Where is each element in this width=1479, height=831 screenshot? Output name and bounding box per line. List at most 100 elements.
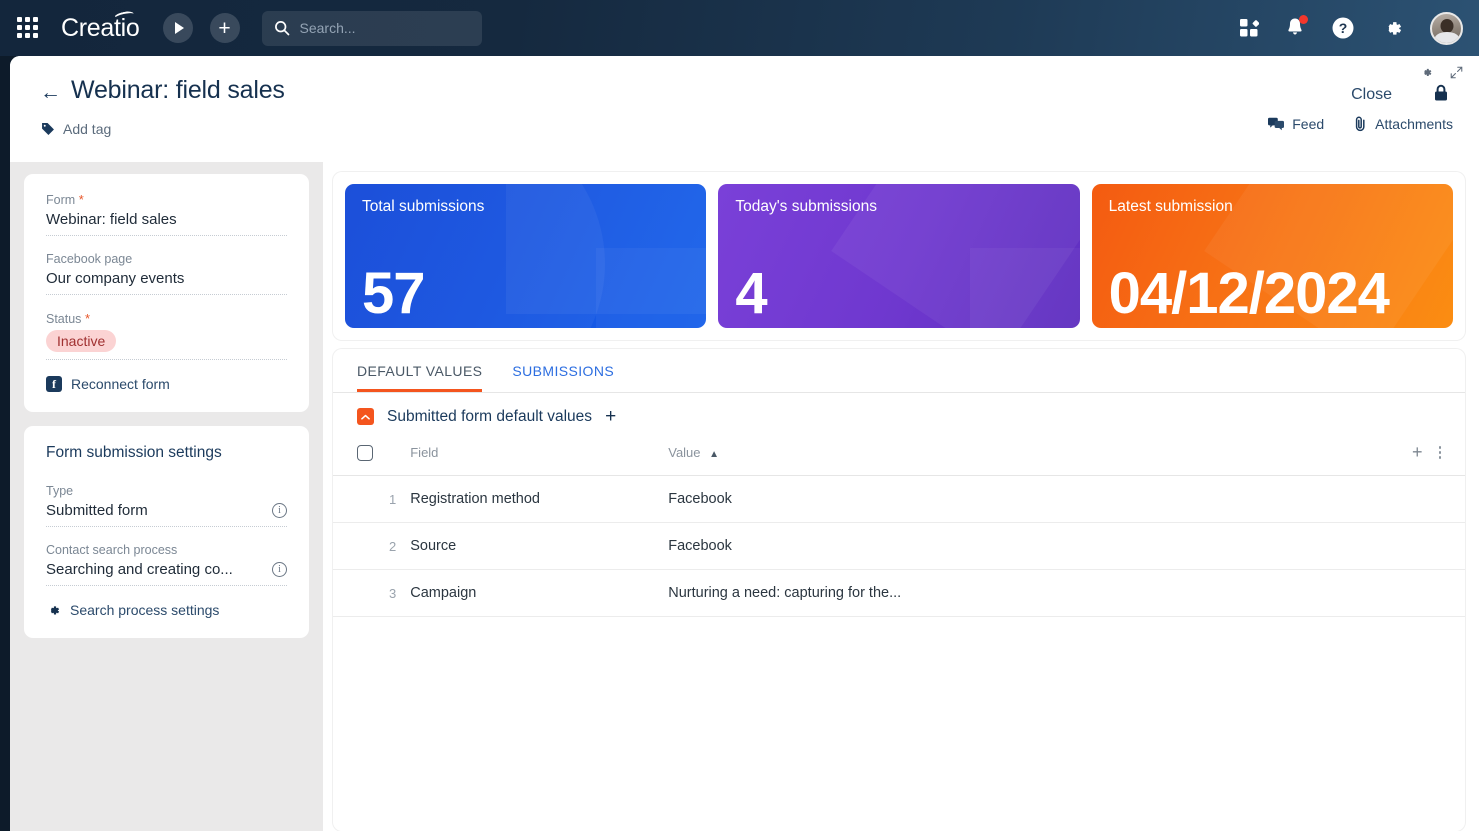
type-value: Submitted form (46, 502, 287, 527)
metric-value: 57 (362, 261, 426, 327)
metric-card-todays-submissions[interactable]: Today's submissions 4 (718, 184, 1080, 328)
top-navigation-bar: Creatio + Search... ? (0, 0, 1479, 56)
status-field-label: Status * (46, 311, 287, 326)
main-content: Total submissions 57 Today's submissions… (323, 162, 1479, 831)
row-checkbox-cell[interactable] (333, 569, 389, 617)
expand-icon[interactable] (1450, 66, 1463, 82)
type-field[interactable]: Type Submitted form i (46, 484, 287, 527)
table-body: 1 Registration method Facebook 2 Source … (333, 475, 1465, 617)
chevron-up-icon[interactable] (357, 408, 374, 425)
attachments-button[interactable]: Attachments (1354, 116, 1453, 132)
add-row-button[interactable]: + (1412, 442, 1423, 463)
facebook-page-value: Our company events (46, 270, 287, 295)
decoration-rect (596, 248, 707, 328)
info-icon[interactable]: i (272, 562, 287, 577)
decoration-rect (969, 248, 1080, 328)
creatio-logo[interactable]: Creatio (61, 9, 140, 43)
table-actions: + (1412, 442, 1441, 463)
user-avatar[interactable] (1430, 11, 1463, 45)
form-field-label: Form * (46, 192, 287, 207)
row-number-header (389, 432, 411, 476)
form-info-card: Form * Webinar: field sales Facebook pag… (24, 174, 309, 412)
svg-text:?: ? (1339, 20, 1348, 36)
facebook-page-field[interactable]: Facebook page Our company events (46, 252, 287, 295)
table-row[interactable]: 3 Campaign Nurturing a need: capturing f… (333, 569, 1465, 617)
metric-value: 4 (735, 261, 767, 327)
search-icon (274, 21, 289, 36)
back-arrow-icon[interactable]: ← (40, 82, 61, 103)
column-header-field[interactable]: Field (410, 432, 669, 476)
row-checkbox-cell[interactable] (333, 522, 389, 570)
metric-card-total-submissions[interactable]: Total submissions 57 (345, 184, 707, 328)
status-badge: Inactive (46, 330, 117, 352)
tab-submissions[interactable]: SUBMISSIONS (512, 363, 614, 392)
metrics-container: Total submissions 57 Today's submissions… (333, 172, 1465, 340)
row-actions (1317, 522, 1465, 570)
page-header: ← Webinar: field sales Add tag Close Fee… (10, 56, 1479, 162)
label-text: Form (46, 193, 76, 207)
global-search[interactable] (261, 10, 482, 46)
column-header-value-label: Value (668, 445, 701, 460)
help-icon: ? (1332, 17, 1354, 39)
metric-label: Today's submissions (735, 198, 877, 215)
notifications-button[interactable] (1285, 15, 1308, 39)
settings-button[interactable] (1381, 17, 1404, 40)
run-process-button[interactable] (162, 13, 193, 43)
row-number: 1 (389, 475, 411, 523)
section-header: Submitted form default values + (333, 393, 1465, 432)
add-button[interactable]: + (209, 13, 240, 43)
nav-right-actions: ? (1239, 11, 1479, 45)
sort-ascending-icon: ▲ (709, 449, 720, 460)
table-row[interactable]: 1 Registration method Facebook (333, 475, 1465, 523)
app-shell: ← Webinar: field sales Add tag Close Fee… (10, 56, 1479, 831)
form-field-value: Webinar: field sales (46, 211, 287, 236)
tag-icon (42, 123, 54, 135)
settings-card-title: Form submission settings (46, 444, 222, 461)
lock-icon[interactable] (1433, 84, 1449, 107)
contact-search-process-field[interactable]: Contact search process Searching and cre… (46, 543, 287, 586)
add-tag-button[interactable]: Add tag (41, 121, 111, 137)
table-header: Field Value ▲ + (333, 432, 1465, 476)
reconnect-form-button[interactable]: f Reconnect form (46, 376, 287, 392)
search-input[interactable] (299, 20, 460, 36)
avatar-body (1434, 31, 1459, 43)
feed-label: Feed (1292, 116, 1325, 132)
feed-button[interactable]: Feed (1268, 116, 1324, 132)
notification-badge (1299, 15, 1308, 24)
reconnect-form-label: Reconnect form (71, 376, 170, 392)
table-row[interactable]: 2 Source Facebook (333, 522, 1465, 570)
info-icon[interactable]: i (272, 503, 287, 518)
contact-search-process-value: Searching and creating co... (46, 561, 287, 586)
table-actions-header: + (1317, 432, 1465, 476)
add-default-value-button[interactable]: + (605, 407, 616, 426)
column-header-value[interactable]: Value ▲ (668, 432, 1318, 476)
row-number: 2 (389, 522, 411, 570)
form-field[interactable]: Form * Webinar: field sales (46, 192, 287, 236)
help-button[interactable]: ? (1331, 16, 1355, 40)
marketplace-icon[interactable] (1239, 18, 1259, 38)
row-checkbox-cell[interactable] (333, 475, 389, 523)
row-field: Registration method (410, 475, 669, 523)
header-gear-icon[interactable] (1420, 66, 1433, 84)
details-panel: DEFAULT VALUES SUBMISSIONS Submitted for… (333, 349, 1465, 831)
search-process-settings-label: Search process settings (70, 602, 220, 618)
row-actions (1317, 475, 1465, 523)
select-all-checkbox[interactable] (357, 444, 373, 461)
left-sidebar: Form * Webinar: field sales Facebook pag… (10, 162, 323, 831)
search-process-settings-button[interactable]: Search process settings (46, 602, 287, 618)
metric-value: 04/12/2024 (1108, 261, 1390, 327)
attachments-label: Attachments (1375, 116, 1453, 132)
facebook-icon: f (46, 376, 62, 392)
tab-default-values[interactable]: DEFAULT VALUES (357, 363, 483, 392)
select-all-header (333, 432, 389, 476)
row-number: 3 (389, 569, 411, 617)
status-field[interactable]: Status * Inactive (46, 311, 287, 360)
section-title: Submitted form default values (387, 407, 593, 425)
metric-card-latest-submission[interactable]: Latest submission 04/12/2024 (1091, 184, 1453, 328)
more-vertical-icon[interactable] (1438, 446, 1441, 459)
close-button[interactable]: Close (1351, 86, 1392, 104)
status-wrap: Inactive (46, 330, 287, 360)
row-value: Facebook (668, 475, 1318, 523)
apps-grid-icon[interactable] (17, 17, 39, 39)
plus-icon: + (218, 16, 231, 40)
